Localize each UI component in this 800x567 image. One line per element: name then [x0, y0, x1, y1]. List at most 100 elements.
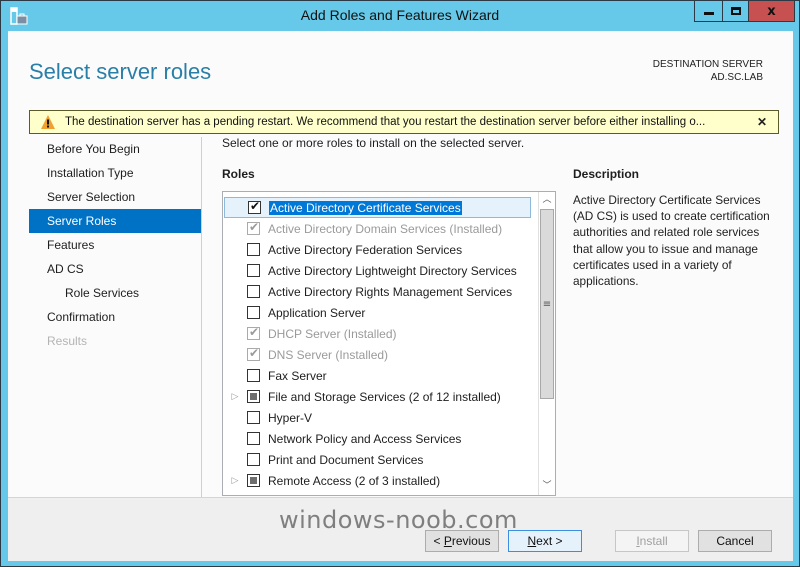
scroll-up-icon[interactable]: ︿: [539, 192, 555, 209]
role-label: Print and Document Services: [268, 452, 424, 467]
role-row[interactable]: ✔ DHCP Server (Installed): [224, 323, 531, 344]
role-row[interactable]: Network Policy and Access Services: [224, 428, 531, 449]
role-row[interactable]: Hyper-V: [224, 407, 531, 428]
wizard-footer: < Previous Next > Install Cancel: [8, 497, 793, 561]
role-label: Hyper-V: [268, 410, 313, 425]
role-checkbox[interactable]: [247, 411, 260, 424]
role-row[interactable]: ▷ File and Storage Services (2 of 12 inst…: [224, 386, 531, 407]
nav-divider: [201, 137, 202, 497]
role-label: DNS Server (Installed): [268, 347, 389, 362]
checkmark-icon: ✔: [250, 199, 261, 213]
role-row[interactable]: ✔ Active Directory Certificate Services: [224, 197, 531, 218]
scroll-thumb[interactable]: ≡: [540, 209, 554, 399]
previous-button[interactable]: < Previous: [425, 530, 499, 552]
role-row[interactable]: Active Directory Lightweight Directory S…: [224, 260, 531, 281]
role-label: Remote Access (2 of 3 installed): [268, 473, 441, 488]
roles-list[interactable]: ▷ Remote Access (2 of 3 installed) Print a…: [222, 191, 556, 496]
role-label: Application Server: [268, 305, 366, 320]
nav-server-selection[interactable]: Server Selection: [29, 185, 201, 209]
description-text: Active Directory Certificate Services (A…: [573, 193, 770, 289]
role-row[interactable]: ✔ Active Directory Domain Services (Insta…: [224, 218, 531, 239]
nav-confirmation[interactable]: Confirmation: [29, 305, 201, 329]
role-checkbox[interactable]: [247, 474, 260, 487]
destination-server-label: DESTINATION SERVER: [652, 59, 763, 70]
role-label: File and Storage Services (2 of 12 insta…: [268, 389, 501, 404]
expand-arrow-icon[interactable]: ▷: [227, 391, 243, 402]
role-row[interactable]: Print and Document Services: [224, 449, 531, 470]
maximize-icon: [730, 7, 741, 15]
previous-prefix: <: [433, 534, 444, 548]
role-checkbox[interactable]: [247, 243, 260, 256]
role-checkbox: ✔: [247, 346, 260, 361]
previous-rest: revious: [451, 534, 491, 548]
role-label: Network Policy and Access Services: [268, 431, 462, 446]
role-row[interactable]: ▷ Remote Access (2 of 3 installed): [224, 470, 531, 491]
role-checkbox[interactable]: [247, 432, 260, 445]
role-checkbox: ✔: [247, 325, 260, 340]
role-checkbox[interactable]: [247, 390, 260, 403]
next-accel: N: [527, 534, 537, 548]
wizard-window: Add Roles and Features Wizard x Select s…: [0, 0, 800, 567]
role-row[interactable]: Active Directory Federation Services: [224, 239, 531, 260]
nav-ad-cs[interactable]: AD CS: [29, 257, 201, 281]
nav-server-roles[interactable]: Server Roles: [29, 209, 201, 233]
nav-features[interactable]: Features: [29, 233, 201, 257]
nav-results: Results: [47, 334, 88, 348]
role-label: Active Directory Federation Services: [268, 242, 463, 257]
role-checkbox[interactable]: [247, 285, 260, 298]
close-button[interactable]: x: [748, 1, 795, 22]
role-checkbox[interactable]: ✔: [248, 199, 261, 214]
checkmark-icon: ✔: [249, 220, 260, 234]
role-row[interactable]: Active Directory Rights Management Servi…: [224, 281, 531, 302]
wizard-client-area: Select server roles DESTINATION SERVER A…: [8, 31, 793, 561]
minimize-button[interactable]: [694, 1, 723, 22]
role-row[interactable]: ✔ DNS Server (Installed): [224, 344, 531, 365]
role-label: Fax Server: [268, 368, 327, 383]
minimize-icon: [703, 11, 714, 15]
description-heading: Description: [573, 167, 640, 181]
install-button: Install: [615, 530, 689, 552]
role-label: DHCP Server (Installed): [268, 326, 397, 341]
roles-scrollbar[interactable]: ︿ ≡ ﹀: [538, 192, 555, 495]
previous-accel: P: [443, 534, 452, 548]
role-label: Active Directory Certificate Services: [269, 200, 462, 215]
checkmark-icon: ✔: [249, 346, 260, 360]
checkmark-icon: ✔: [249, 325, 260, 339]
role-checkbox: ✔: [247, 220, 260, 235]
warning-text: The destination server has a pending res…: [65, 116, 706, 128]
role-checkbox[interactable]: [247, 453, 260, 466]
role-row[interactable]: Application Server: [224, 302, 531, 323]
role-row[interactable]: Fax Server: [224, 365, 531, 386]
title-bar[interactable]: Add Roles and Features Wizard x: [1, 1, 799, 31]
grip-icon: ≡: [542, 298, 552, 310]
next-button[interactable]: Next >: [508, 530, 582, 552]
cancel-button[interactable]: Cancel: [698, 530, 772, 552]
role-label: Active Directory Rights Management Servi…: [268, 284, 513, 299]
expand-arrow-icon[interactable]: ▷: [227, 475, 243, 486]
nav-role-services[interactable]: Role Services: [29, 281, 201, 305]
warning-icon: [41, 115, 55, 129]
role-checkbox[interactable]: [247, 369, 260, 382]
instruction-text: Select one or more roles to install on t…: [222, 136, 525, 150]
destination-server-name: AD.SC.LAB: [710, 72, 763, 83]
partial-check-icon: [250, 477, 257, 484]
scroll-down-icon[interactable]: ﹀: [539, 478, 555, 495]
nav-installation-type[interactable]: Installation Type: [29, 161, 201, 185]
pending-restart-warning: The destination server has a pending res…: [29, 110, 779, 134]
close-icon: x: [767, 3, 776, 19]
dismiss-warning-icon[interactable]: ✕: [754, 115, 770, 129]
page-title: Select server roles: [29, 59, 212, 84]
next-rest: ext >: [536, 534, 563, 548]
roles-heading: Roles: [222, 167, 255, 181]
role-label: Active Directory Lightweight Directory S…: [268, 263, 517, 278]
window-title: Add Roles and Features Wizard: [300, 7, 500, 23]
partial-check-icon: [250, 393, 257, 400]
role-checkbox[interactable]: [247, 306, 260, 319]
maximize-button[interactable]: [722, 1, 749, 22]
role-label: Active Directory Domain Services (Instal…: [268, 221, 503, 236]
wizard-nav: Before You Begin Installation Type Serve…: [29, 137, 201, 353]
destination-server-info: DESTINATION SERVER AD.SC.LAB: [653, 58, 763, 84]
role-checkbox[interactable]: [247, 264, 260, 277]
nav-before-you-begin[interactable]: Before You Begin: [29, 137, 201, 161]
install-rest: nstall: [639, 534, 668, 548]
